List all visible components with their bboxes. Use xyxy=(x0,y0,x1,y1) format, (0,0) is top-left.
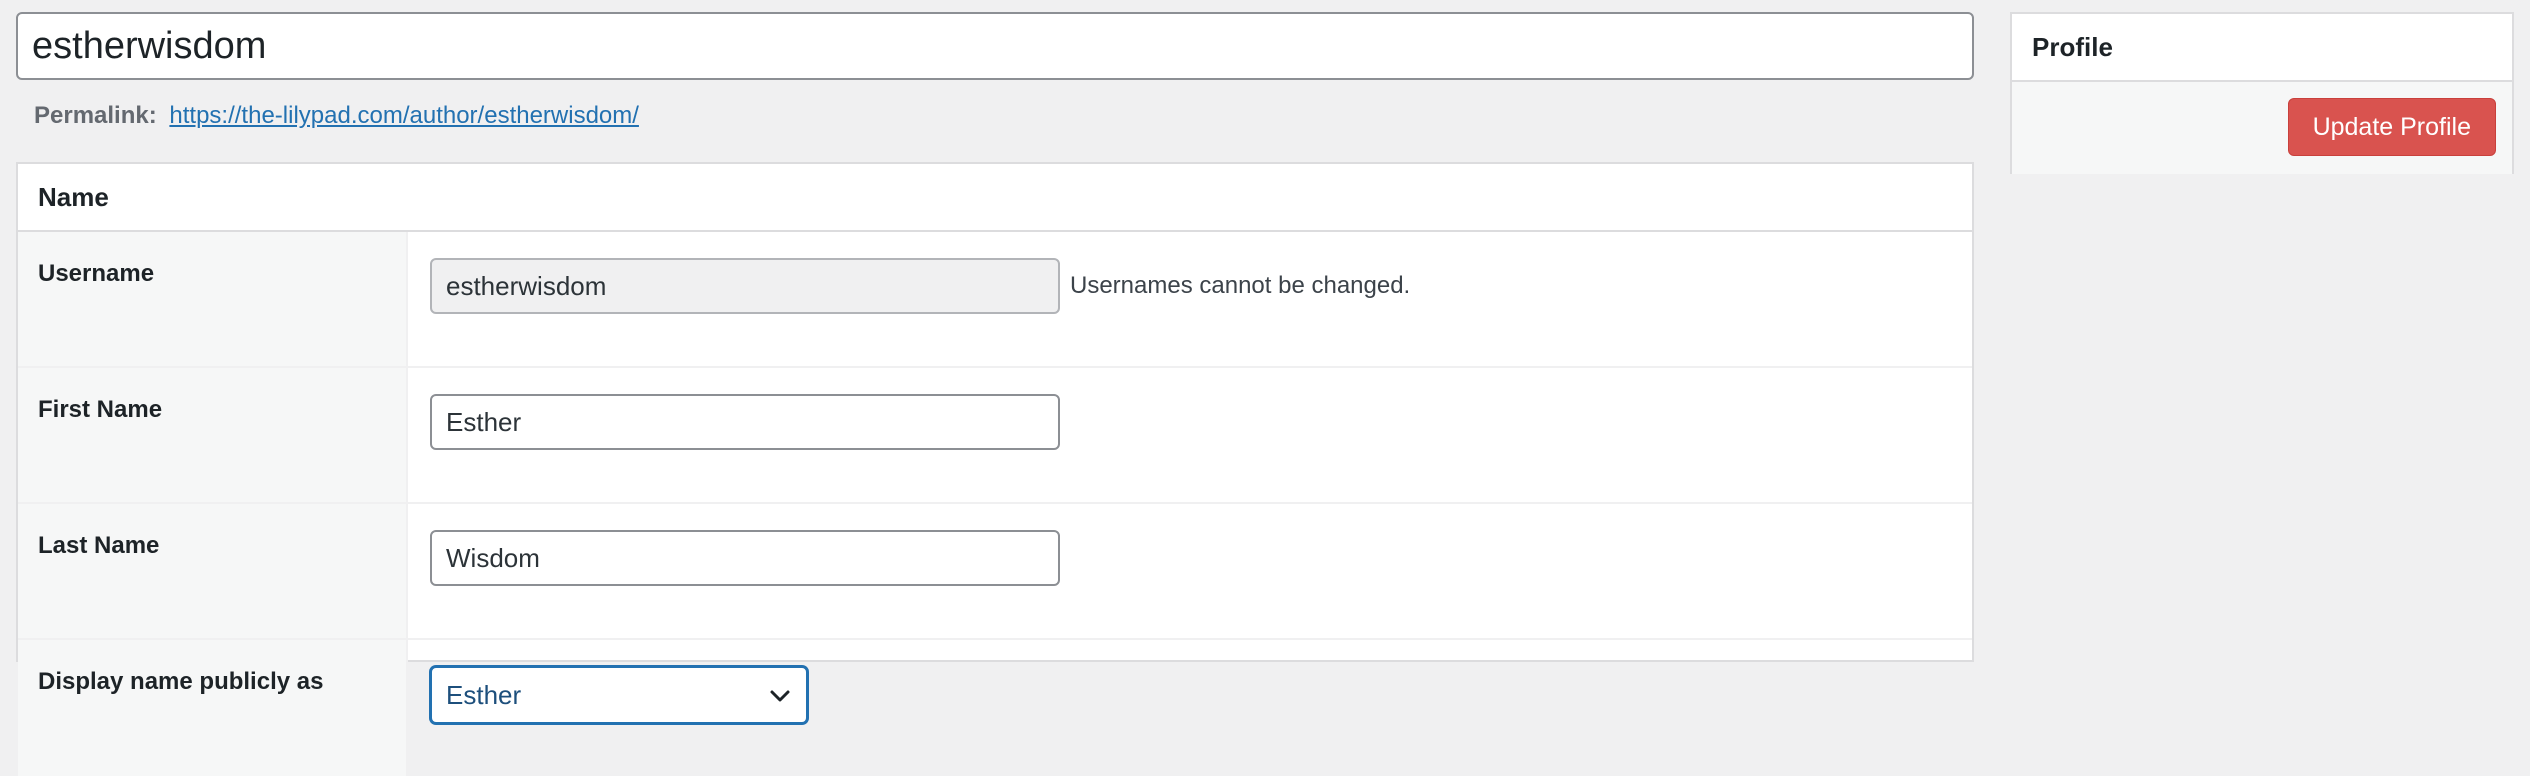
form-row-username: Username Usernames cannot be changed. xyxy=(18,232,1972,368)
profile-box: Profile Update Profile xyxy=(2010,12,2514,174)
profile-box-heading: Profile xyxy=(2012,14,2512,82)
username-label: Username xyxy=(18,232,408,366)
username-field xyxy=(430,258,1060,314)
permalink-label: Permalink: xyxy=(34,102,157,129)
name-section-heading: Name xyxy=(18,164,1972,232)
form-row-display-name: Display name publicly as Esther xyxy=(18,640,1972,776)
first-name-label: First Name xyxy=(18,368,408,502)
first-name-field[interactable] xyxy=(430,394,1060,450)
profile-actions: Update Profile xyxy=(2012,82,2512,174)
username-description: Usernames cannot be changed. xyxy=(1070,272,1411,299)
profile-title-input[interactable] xyxy=(16,12,1974,80)
display-name-label: Display name publicly as xyxy=(18,640,408,776)
chevron-down-icon xyxy=(770,690,790,702)
update-profile-button[interactable]: Update Profile xyxy=(2287,98,2496,156)
form-row-last-name: Last Name xyxy=(18,504,1972,640)
permalink-link[interactable]: https://the-lilypad.com/author/estherwis… xyxy=(169,102,639,129)
last-name-label: Last Name xyxy=(18,504,408,638)
display-name-select[interactable]: Esther xyxy=(430,666,808,724)
permalink: Permalink: https://the-lilypad.com/autho… xyxy=(34,100,639,132)
form-row-first-name: First Name xyxy=(18,368,1972,504)
last-name-field[interactable] xyxy=(430,530,1060,586)
name-section: Name Username Usernames cannot be change… xyxy=(16,162,1974,776)
display-name-selected: Esther xyxy=(446,679,522,710)
